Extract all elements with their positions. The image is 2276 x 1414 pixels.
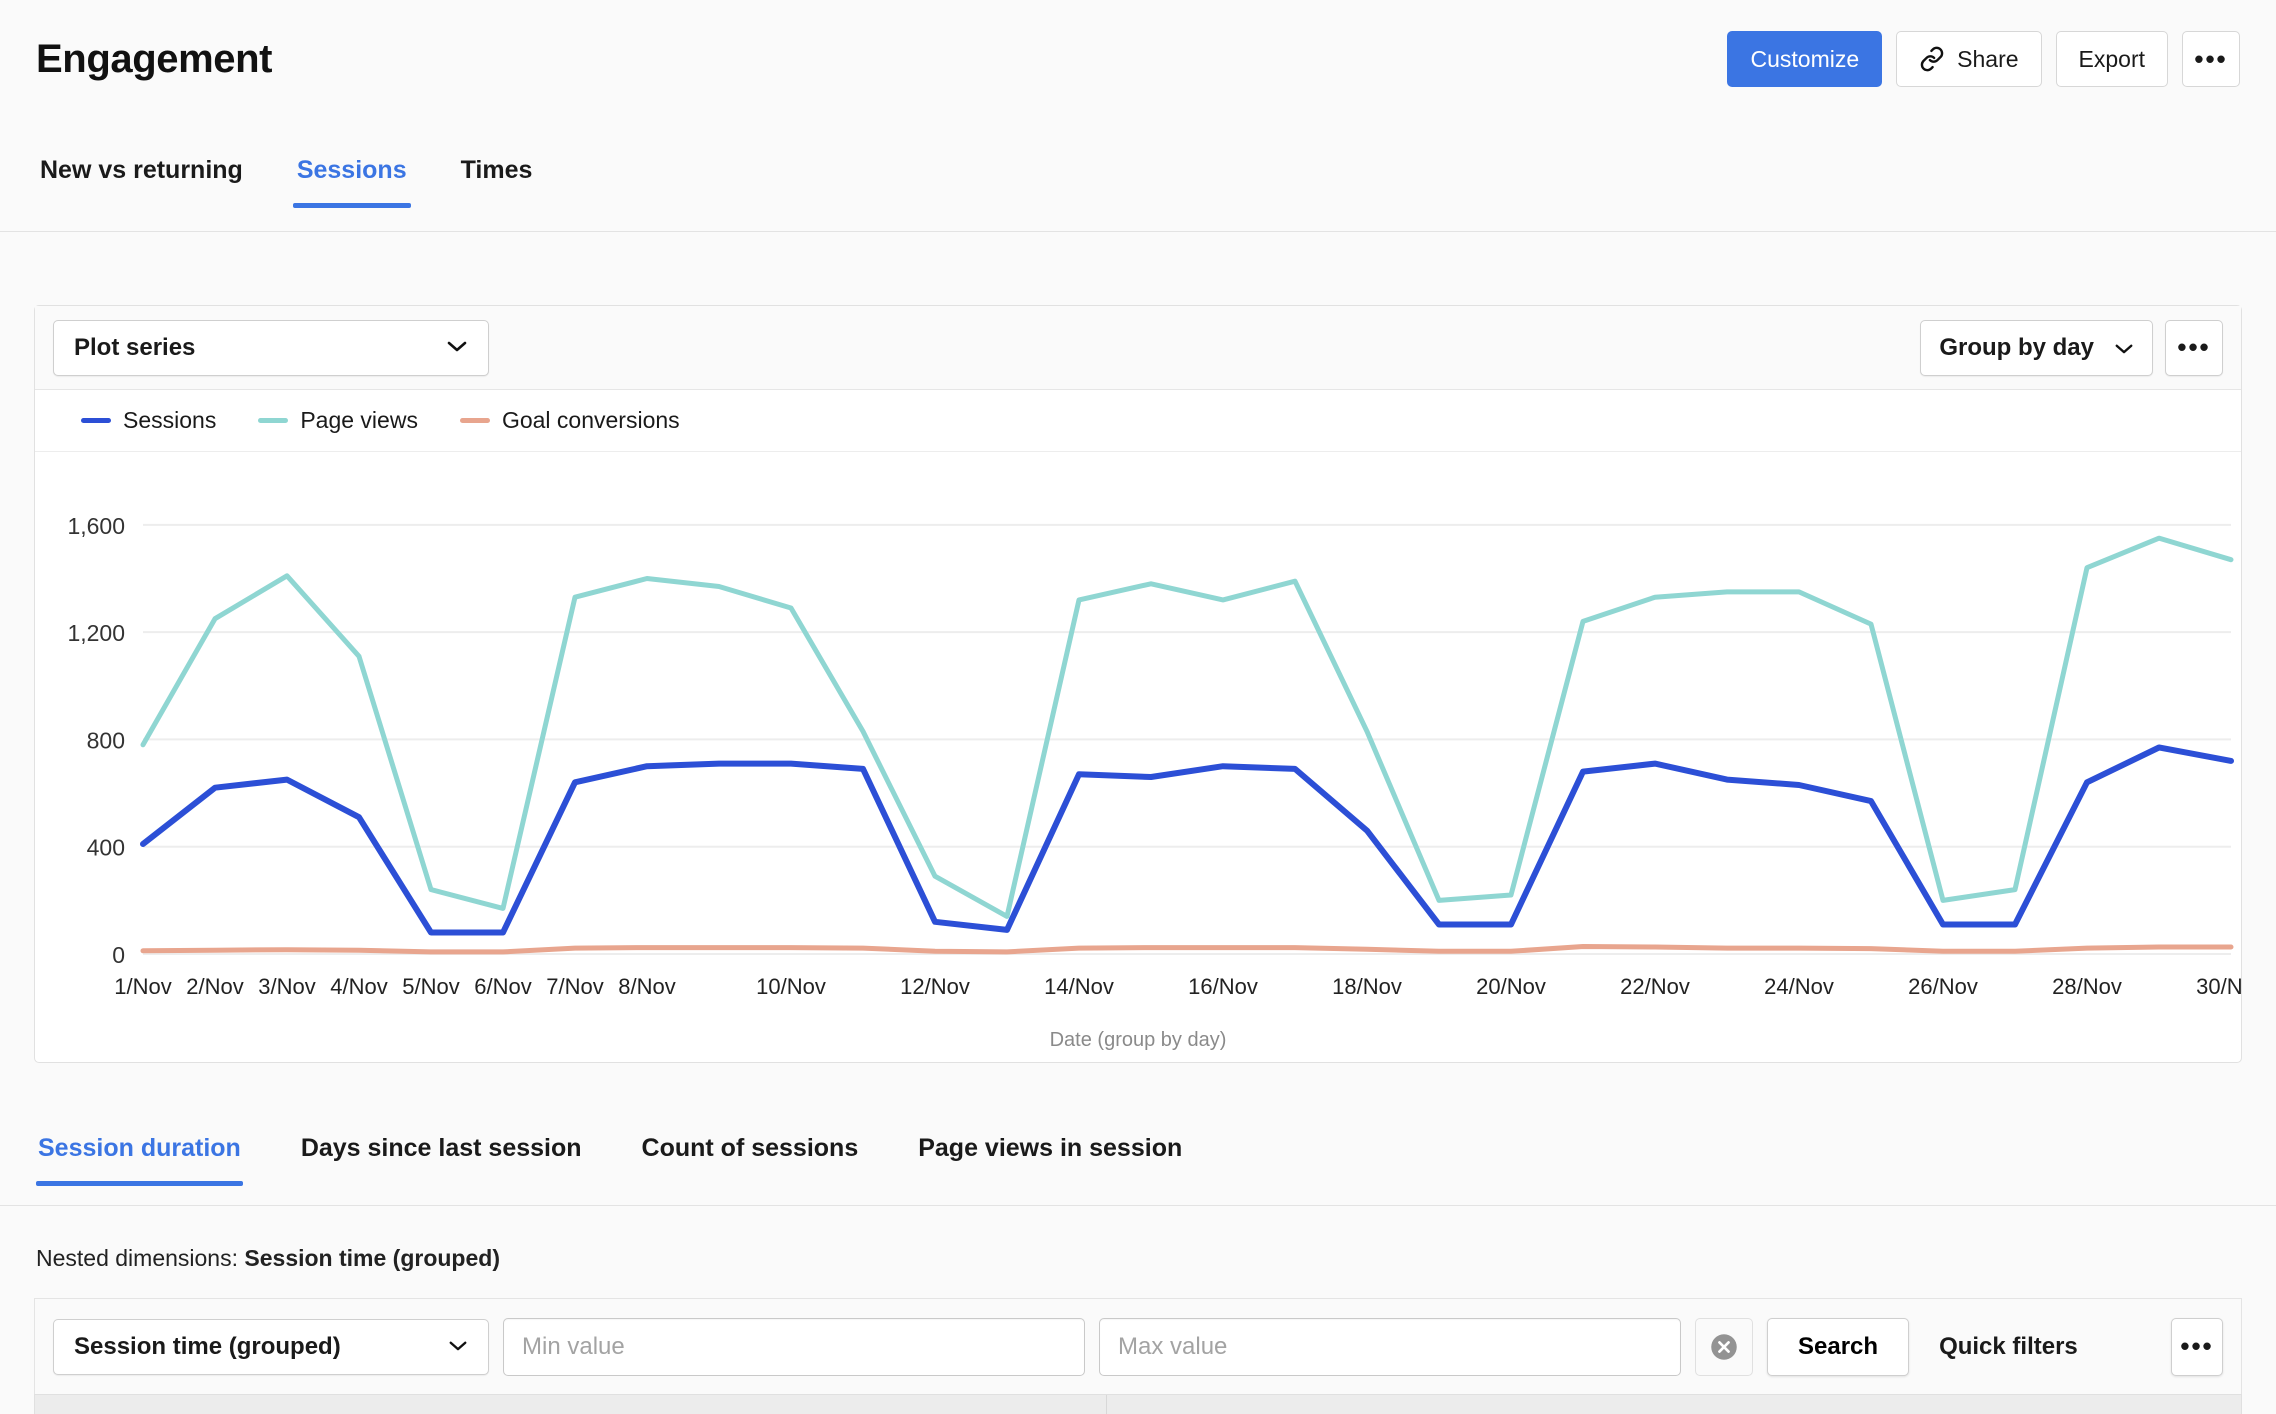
link-icon: [1919, 46, 1945, 72]
header-more-button[interactable]: •••: [2182, 31, 2240, 87]
customize-button[interactable]: Customize: [1727, 31, 1883, 87]
legend-swatch-goal-conversions: [459, 418, 490, 423]
svg-text:4/Nov: 4/Nov: [330, 974, 387, 999]
svg-text:400: 400: [87, 835, 125, 861]
clear-circle-icon: [1711, 1333, 1737, 1360]
chevron-down-icon: [446, 337, 468, 358]
svg-text:1,600: 1,600: [67, 513, 125, 539]
x-axis-title: Date (group by day): [1049, 1029, 1227, 1051]
nested-dimensions-prefix: Nested dimensions:: [36, 1245, 238, 1271]
chart-card: Plot series Group by day ••• Sessions Pa…: [34, 305, 2242, 1063]
legend-item-sessions[interactable]: Sessions: [81, 407, 216, 434]
export-button[interactable]: Export: [2055, 31, 2168, 87]
share-button[interactable]: Share: [1896, 31, 2042, 87]
tab-count-of-sessions[interactable]: Count of sessions: [640, 1130, 861, 1185]
legend-item-page-views[interactable]: Page views: [258, 407, 418, 434]
legend-label-goal-conversions: Goal conversions: [501, 407, 680, 433]
svg-text:24/Nov: 24/Nov: [1764, 974, 1834, 999]
page-header: Engagement Customize Share Export •••: [0, 0, 2276, 118]
share-label: Share: [1957, 45, 2019, 72]
legend-label-page-views: Page views: [300, 407, 418, 433]
chevron-down-icon-3: [448, 1336, 468, 1357]
quick-filters-button[interactable]: Quick filters: [1923, 1318, 2094, 1376]
tab-times[interactable]: Times: [457, 150, 537, 207]
search-button[interactable]: Search: [1767, 1317, 1910, 1376]
svg-text:6/Nov: 6/Nov: [474, 974, 531, 999]
svg-text:3/Nov: 3/Nov: [258, 974, 315, 999]
chart-plot-area[interactable]: 0 400 800 1,200 1,600 1/Nov 2/Nov 3/Nov 4/Nov 5/N…: [35, 452, 2241, 1062]
svg-text:18/Nov: 18/Nov: [1332, 974, 1402, 999]
legend-item-goal-conversions[interactable]: Goal conversions: [459, 407, 680, 434]
page-title: Engagement: [36, 36, 273, 81]
svg-text:30/Nov: 30/Nov: [2196, 974, 2241, 999]
chart-legend: Sessions Page views Goal conversions: [35, 390, 2241, 452]
tab-session-duration[interactable]: Session duration: [36, 1130, 243, 1186]
filter-more-dots-icon: •••: [2180, 1331, 2214, 1361]
tab-days-since-last-session[interactable]: Days since last session: [299, 1130, 584, 1185]
chart-toolbar: Plot series Group by day •••: [35, 306, 2241, 390]
tab-page-views-in-session[interactable]: Page views in session: [916, 1130, 1184, 1185]
plot-series-select[interactable]: Plot series: [53, 319, 489, 376]
svg-text:28/Nov: 28/Nov: [2052, 974, 2122, 999]
tab-new-vs-returning[interactable]: New vs returning: [36, 150, 247, 207]
svg-text:22/Nov: 22/Nov: [1620, 974, 1690, 999]
tab-sessions[interactable]: Sessions: [292, 150, 411, 208]
results-table-header: [34, 1394, 2242, 1414]
svg-text:0: 0: [112, 942, 125, 968]
svg-text:7/Nov: 7/Nov: [546, 974, 603, 999]
svg-text:1,200: 1,200: [67, 620, 125, 646]
chart-toolbar-right: Group by day •••: [1920, 319, 2223, 376]
clear-filters-button[interactable]: [1695, 1317, 1753, 1376]
engagement-page: Engagement Customize Share Export ••• Ne…: [0, 0, 2276, 1414]
filter-more-button[interactable]: •••: [2171, 1317, 2223, 1376]
plot-series-label: Plot series: [74, 333, 196, 361]
legend-swatch-sessions: [81, 418, 111, 423]
svg-text:20/Nov: 20/Nov: [1476, 974, 1546, 999]
max-value-input[interactable]: [1099, 1317, 1681, 1376]
chevron-down-icon-2: [2114, 334, 2134, 362]
min-value-input[interactable]: [503, 1317, 1085, 1376]
more-dots-icon: •••: [2194, 43, 2228, 74]
header-actions: Customize Share Export •••: [1727, 31, 2240, 87]
table-header-cell-2: [1107, 1395, 2241, 1414]
table-header-cell-1: [35, 1395, 1107, 1414]
top-tabs: New vs returning Sessions Times: [0, 150, 2276, 232]
svg-text:5/Nov: 5/Nov: [402, 974, 459, 999]
group-by-select[interactable]: Group by day: [1920, 319, 2153, 376]
legend-swatch-page-views: [258, 418, 289, 423]
chart-more-dots-icon: •••: [2177, 332, 2211, 362]
dimension-select-label: Session time (grouped): [74, 1332, 341, 1360]
nested-dimensions: Nested dimensions: Session time (grouped…: [36, 1245, 500, 1272]
svg-text:1/Nov: 1/Nov: [114, 974, 171, 999]
svg-text:14/Nov: 14/Nov: [1044, 974, 1114, 999]
svg-text:800: 800: [87, 727, 125, 753]
filter-bar: Session time (grouped) Search Quick filt…: [34, 1298, 2242, 1394]
svg-text:2/Nov: 2/Nov: [186, 974, 243, 999]
line-chart-svg: 0 400 800 1,200 1,600 1/Nov 2/Nov 3/Nov 4/Nov 5/N…: [67, 513, 2241, 999]
svg-text:26/Nov: 26/Nov: [1908, 974, 1978, 999]
group-by-label: Group by day: [1939, 333, 2094, 361]
svg-text:16/Nov: 16/Nov: [1188, 974, 1258, 999]
legend-label-sessions: Sessions: [123, 407, 217, 433]
dimension-select[interactable]: Session time (grouped): [53, 1318, 489, 1375]
svg-text:12/Nov: 12/Nov: [900, 974, 970, 999]
nested-dimensions-value: Session time (grouped): [244, 1245, 500, 1271]
svg-text:10/Nov: 10/Nov: [756, 974, 826, 999]
chart-more-button[interactable]: •••: [2165, 319, 2223, 376]
svg-text:8/Nov: 8/Nov: [618, 974, 675, 999]
bottom-tabs: Session duration Days since last session…: [0, 1130, 2276, 1206]
